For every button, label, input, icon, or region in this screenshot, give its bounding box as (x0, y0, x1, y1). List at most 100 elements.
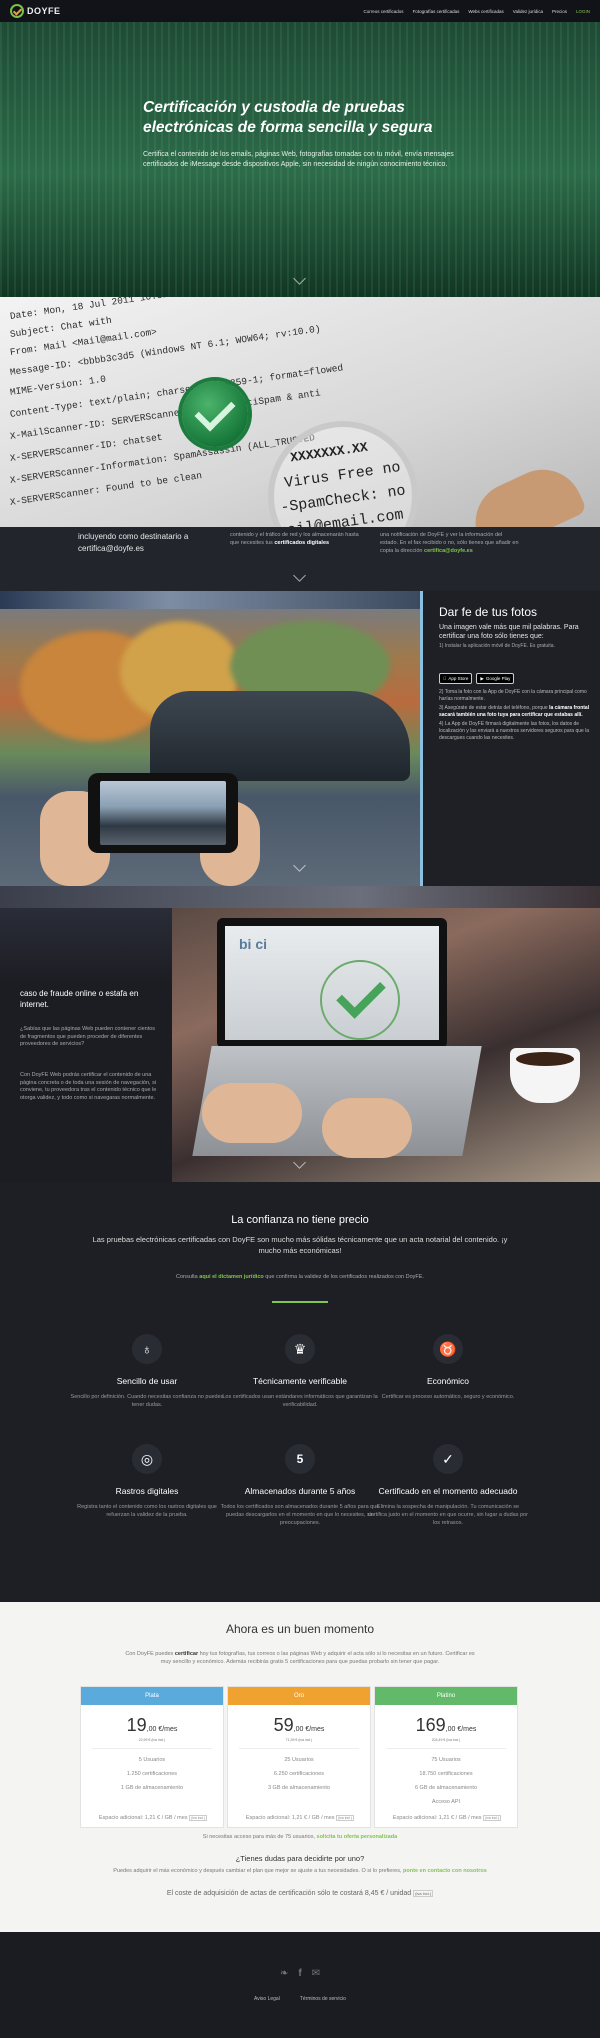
pricing-title: Ahora es un buen momento (225, 1622, 375, 1636)
verified-badge-icon: ♛ (285, 1334, 315, 1364)
nav-item-webs[interactable]: Webs certificadas (468, 9, 503, 14)
certified-seal-icon (182, 381, 248, 447)
divider (239, 1748, 359, 1749)
scroll-down-icon[interactable] (293, 1156, 306, 1169)
photo-certification-image (0, 591, 420, 886)
pricing-intro-post: hoy tus fotografías, tus correos o las p… (160, 1651, 475, 1665)
logo-icon (10, 4, 24, 18)
plan-users: 5 Usuarios (138, 1757, 166, 1763)
plan-certs: 1.250 certificaciones (126, 1771, 178, 1777)
clipboard-check-icon: ✓ (433, 1444, 463, 1474)
web-top-strip (0, 886, 600, 908)
web-lead: caso de fraude online o estafa en intern… (20, 989, 139, 1009)
strip-col1-text: incluyendo como destinatario a (78, 532, 189, 541)
pricing-section: Ahora es un buen momento Con DoyFE puede… (0, 1602, 600, 1932)
photos-step3: 3) Asegúrate de estar detrás del teléfon… (439, 705, 599, 719)
plan-extra-text: Espacio adicional: 1,21 € / GB / mes (98, 1815, 188, 1821)
plan-price-vat: 204,49 € (iva incl.) (431, 1738, 461, 1742)
strip-col3-email[interactable]: certifica@doyfe.es (424, 548, 473, 554)
hero-text: Certifica el contenido de los emails, pá… (143, 151, 454, 168)
email-info-strip: incluyendo como destinatario a certifica… (0, 527, 600, 591)
features-section: La confianza no tiene precio Las pruebas… (0, 1182, 600, 1602)
piggy-bank-icon: ♉ (433, 1334, 463, 1364)
cost-note: El coste de adquisición de actas de cert… (0, 1890, 600, 1897)
consult-pre: Consulta (176, 1274, 198, 1280)
plan-users: 75 Usuarios (431, 1757, 461, 1763)
feature-name: Rastros digitales (115, 1486, 179, 1496)
plan-card-plata[interactable]: Plata 19,00 €/mes 22,99 € (iva incl.) 5 … (80, 1686, 224, 1828)
feature-card: ♉ Económico Certificar es proceso automá… (368, 1334, 528, 1401)
plan-extra-tag: (iva incl.) (483, 1815, 502, 1821)
photos-subtitle-text: Una imagen vale más que mil palabras. Pa… (439, 624, 579, 640)
doc-line: MIME-Version: 1.0 (9, 373, 107, 398)
doubts-question: ¿Tienes dudas para decidirte por uno? (235, 1854, 365, 1863)
nav-item-fotografias[interactable]: Fotografías certificadas (413, 9, 460, 14)
feature-card: ♁ Sencillo de usar Sencillo por definici… (67, 1334, 227, 1409)
app-store-label: App Store (445, 676, 468, 681)
nav-item-correos[interactable]: Correos certificados (364, 9, 404, 14)
more-users-pre: Si necesitas acceso para más de 75 usuar… (202, 1834, 315, 1840)
app-store-button[interactable]: App Store (439, 673, 473, 684)
plan-extra-text: Espacio adicional: 1,21 € / GB / mes (245, 1815, 335, 1821)
plan-certs: 6.250 certificaciones (273, 1771, 325, 1777)
login-link[interactable]: LOGIN (576, 9, 590, 14)
logo[interactable]: DOYFE (10, 4, 61, 18)
hero-section: Certificación y custodia de pruebas elec… (0, 22, 600, 297)
plan-price-dec: ,00 €/mes (293, 1726, 325, 1733)
feature-name: Técnicamente verificable (252, 1376, 347, 1386)
nav-item-validez[interactable]: Validez jurídica (513, 9, 543, 14)
custom-offer-link[interactable]: solicita tu oferta personalizada (317, 1834, 398, 1840)
logo-text: DOYFE (27, 6, 61, 16)
feature-name: Sencillo de usar (116, 1376, 178, 1386)
feature-desc: Certificar es proceso automático, seguro… (381, 1394, 515, 1400)
web-info-panel: caso de fraude online o estafa en intern… (0, 908, 172, 1182)
laptop-image: bi ci (172, 908, 600, 1182)
feature-name: Almacenados durante 5 años (244, 1486, 356, 1496)
divider (386, 1748, 506, 1749)
strip-col1-email[interactable]: certifica@doyfe.es (78, 544, 144, 553)
plan-users: 25 Usuarios (284, 1757, 314, 1763)
pacifier-icon: ♁ (132, 1334, 162, 1364)
scroll-down-icon[interactable] (293, 569, 306, 582)
plan-name: Oro (228, 1687, 370, 1705)
scroll-down-icon[interactable] (293, 272, 306, 285)
pricing-intro-bold: certificar (174, 1651, 199, 1657)
plan-name: Platino (375, 1687, 517, 1705)
terms-link[interactable]: Términos de servicio (300, 1996, 346, 2002)
store-buttons: App Store ▶Google Play (439, 673, 515, 684)
contact-link[interactable]: ponte en contacto con nosotros (403, 1868, 487, 1874)
plan-extra-tag: (iva incl.) (189, 1815, 208, 1821)
certified-seal-icon (320, 960, 400, 1040)
feature-card: ♛ Técnicamente verificable Los certifica… (220, 1334, 380, 1409)
facebook-icon[interactable]: f (298, 1968, 301, 1979)
hand-image (202, 1083, 302, 1143)
legal-opinion-link[interactable]: aquí el dictamen jurídico (199, 1274, 264, 1280)
feature-card: 5 Almacenados durante 5 años Todos los c… (220, 1444, 380, 1527)
phone-screen (100, 781, 226, 845)
hand-image (462, 456, 588, 527)
email-icon[interactable]: ✉ (312, 1968, 320, 1979)
five-years-icon: 5 (285, 1444, 315, 1474)
pricing-intro-pre: Con DoyFE puedes (125, 1651, 174, 1657)
photos-title: Dar fe de tus fotos (439, 605, 538, 619)
photos-steps: 2) Toma la foto con la App de DoyFE con … (439, 689, 599, 744)
plan-card-platino[interactable]: Platino 169,00 €/mes 204,49 € (iva incl.… (374, 1686, 518, 1828)
photo-info-panel: Dar fe de tus fotos Una imagen vale más … (420, 591, 600, 886)
footer: ❧ f ✉ Aviso Legal Términos de servicio (0, 1932, 600, 2038)
scroll-down-icon[interactable] (293, 859, 306, 872)
car-image (150, 691, 410, 781)
google-play-button[interactable]: ▶ Google Play (476, 673, 515, 684)
legal-notice-link[interactable]: Aviso Legal (254, 1996, 280, 2002)
plan-price-vat: 22,99 € (iva incl.) (138, 1738, 166, 1742)
features-consult: Consulta aquí el dictamen jurídico que c… (0, 1274, 600, 1280)
plan-price: 169,00 €/mes (375, 1715, 517, 1736)
plan-card-oro[interactable]: Oro 59,00 €/mes 71,39 € (iva incl.) 25 U… (227, 1686, 371, 1828)
plan-storage: 6 GB de almacenamiento (414, 1785, 478, 1791)
nav-item-precios[interactable]: Precios (552, 9, 567, 14)
twitter-icon[interactable]: ❧ (280, 1968, 288, 1979)
hand-image (322, 1098, 412, 1158)
plan-extra: Espacio adicional: 1,21 € / GB / mes (iv… (81, 1815, 225, 1821)
web-paragraph-1: ¿Sabías que las páginas Web pueden conte… (20, 1026, 156, 1047)
phone-image (88, 773, 238, 853)
hero-title: Certificación y custodia de pruebas elec… (143, 99, 433, 136)
